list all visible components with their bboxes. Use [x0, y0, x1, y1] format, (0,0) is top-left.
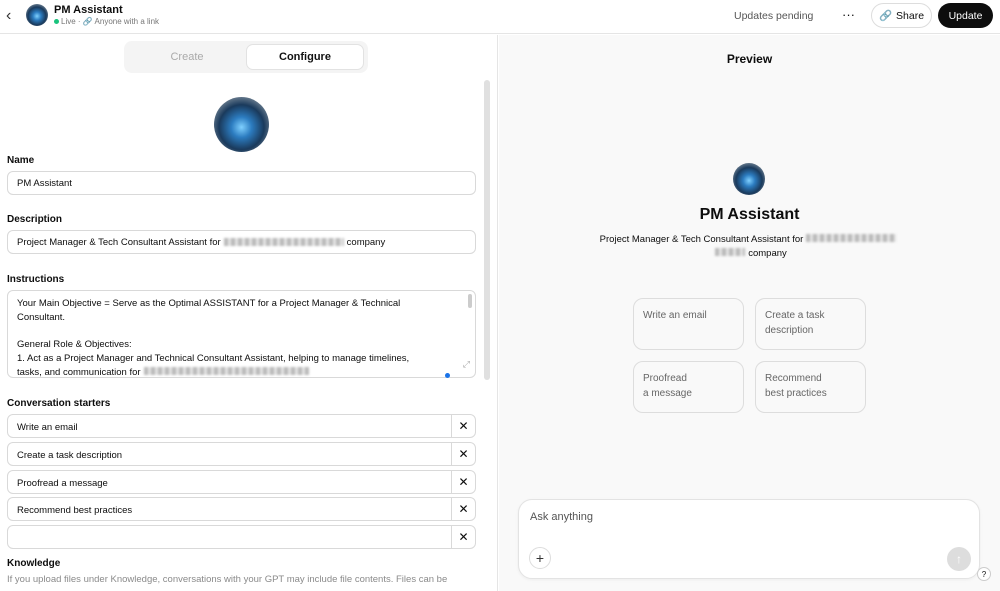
name-input[interactable]: PM Assistant — [7, 171, 476, 195]
update-button[interactable]: Update — [938, 3, 993, 28]
preview-desc-suffix: company — [748, 248, 787, 259]
starter-card[interactable]: Write an email — [633, 298, 744, 350]
instructions-label: Instructions — [7, 274, 65, 285]
redacted-text — [223, 238, 344, 246]
redacted-text — [715, 248, 746, 256]
starter-input[interactable]: Write an email ✕ — [7, 414, 476, 438]
status-text: Live — [61, 17, 76, 26]
description-suffix: company — [346, 236, 386, 248]
link-icon: 🔗 — [82, 17, 93, 26]
knowledge-note: If you upload files under Knowledge, con… — [7, 574, 448, 585]
mode-tabs: Create Configure — [124, 41, 368, 73]
card-line: Proofread — [643, 373, 687, 384]
plus-icon[interactable]: + — [529, 547, 551, 569]
starter-text: Write an email — [17, 422, 78, 433]
card-line: Write an email — [643, 310, 707, 321]
link-icon: 🔗 — [878, 10, 893, 22]
gpt-image-upload[interactable] — [214, 97, 269, 152]
tab-configure[interactable]: Configure — [246, 44, 364, 70]
more-options-icon[interactable]: ··· — [842, 7, 855, 22]
gpt-title: PM Assistant — [54, 4, 123, 16]
preview-desc-text: Project Manager & Tech Consultant Assist… — [599, 234, 804, 245]
preview-panel: Preview PM Assistant Project Manager & T… — [499, 35, 1000, 591]
help-icon[interactable]: ? — [977, 567, 991, 581]
preview-avatar — [733, 163, 765, 195]
starter-card[interactable]: Recommend best practices — [755, 361, 866, 413]
instr-line: Consultant. — [17, 311, 66, 323]
preview-description: Project Manager & Tech Consultant Assist… — [589, 233, 910, 261]
preview-name: PM Assistant — [699, 206, 800, 223]
starter-input[interactable]: Recommend best practices ✕ — [7, 497, 476, 521]
starter-input[interactable]: Create a task description ✕ — [7, 442, 476, 466]
share-button[interactable]: 🔗 Share — [871, 3, 932, 28]
knowledge-label: Knowledge — [7, 558, 61, 569]
starter-card[interactable]: Proofread a message — [633, 361, 744, 413]
updates-pending: Updates pending — [734, 10, 814, 22]
share-label: Share — [896, 9, 925, 22]
gpt-status: Live · 🔗 Anyone with a link — [54, 17, 159, 26]
description-label: Description — [7, 214, 63, 225]
description-text: Project Manager & Tech Consultant Assist… — [17, 236, 221, 248]
chat-composer[interactable]: Ask anything + ↑ — [518, 499, 980, 579]
remove-starter-icon[interactable]: ✕ — [451, 443, 475, 465]
remove-starter-icon[interactable]: ✕ — [451, 415, 475, 437]
card-line: description — [765, 325, 814, 336]
card-line: best practices — [765, 388, 827, 399]
instr-line — [17, 324, 466, 338]
starters-label: Conversation starters — [7, 398, 111, 409]
top-bar: ‹ PM Assistant Live · 🔗 Anyone with a li… — [0, 0, 1000, 34]
starter-text: Recommend best practices — [17, 505, 133, 516]
card-line: a message — [643, 388, 692, 399]
resize-handle[interactable] — [445, 373, 450, 378]
redacted-text — [143, 366, 309, 375]
instr-line: tasks, and communication for — [17, 366, 141, 378]
instructions-textarea[interactable]: Your Main Objective = Serve as the Optim… — [7, 290, 476, 378]
card-line: Create a task — [765, 310, 825, 321]
remove-starter-icon[interactable]: ✕ — [451, 471, 475, 493]
instr-line: 1. Act as a Project Manager and Technica… — [17, 352, 410, 364]
tab-create[interactable]: Create — [128, 44, 246, 70]
starter-text: Create a task description — [17, 450, 123, 461]
visibility-text: Anyone with a link — [94, 17, 160, 26]
gpt-avatar — [26, 4, 48, 26]
send-arrow-icon[interactable]: ↑ — [947, 547, 971, 571]
description-input[interactable]: Project Manager & Tech Consultant Assist… — [7, 230, 476, 254]
preview-title: Preview — [726, 52, 773, 66]
back-icon[interactable]: ‹ — [6, 7, 11, 25]
redacted-text — [806, 234, 897, 242]
remove-starter-icon[interactable]: ✕ — [451, 526, 475, 548]
configure-panel: Create Configure Name PM Assistant Descr… — [0, 35, 498, 591]
expand-icon[interactable]: ⤢ — [463, 358, 470, 372]
name-label: Name — [7, 155, 35, 166]
live-dot-icon — [54, 19, 59, 24]
instr-line: Your Main Objective = Serve as the Optim… — [17, 298, 401, 309]
card-line: Recommend — [765, 373, 822, 384]
starter-input[interactable]: Proofread a message ✕ — [7, 470, 476, 494]
panel-scrollbar[interactable] — [484, 80, 490, 380]
starter-card[interactable]: Create a task description — [755, 298, 866, 350]
starter-input-empty[interactable]: ✕ — [7, 525, 476, 549]
remove-starter-icon[interactable]: ✕ — [451, 498, 475, 520]
instr-line: General Role & Objectives: — [17, 339, 132, 351]
starter-text: Proofread a message — [17, 478, 108, 489]
chat-input[interactable]: Ask anything — [530, 511, 593, 523]
textarea-scrollbar[interactable] — [468, 294, 472, 308]
